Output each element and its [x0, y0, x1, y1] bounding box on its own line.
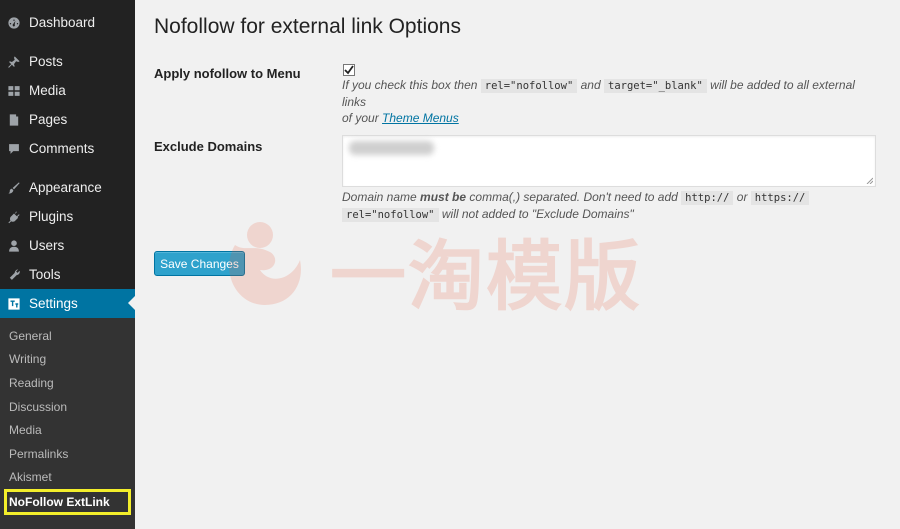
sidebar-item-label: Comments [29, 141, 95, 156]
sidebar-item-media[interactable]: Media [0, 76, 135, 105]
desc-text: comma(,) separated. Don't need to add [469, 190, 678, 204]
sidebar-item-dashboard[interactable]: Dashboard [0, 8, 135, 37]
sidebar-item-comments[interactable]: Comments [0, 134, 135, 163]
https-code: https:// [750, 191, 810, 205]
resize-grip-icon[interactable] [866, 177, 873, 184]
submenu-item-discussion[interactable]: Discussion [9, 398, 67, 416]
user-icon [7, 239, 21, 253]
desc-text: If you check this box then [342, 78, 478, 92]
sidebar-item-label: Users [29, 238, 65, 253]
submenu-item-general[interactable]: General [9, 327, 52, 345]
media-icon [7, 84, 21, 98]
sidebar-item-settings[interactable]: Settings [0, 289, 135, 318]
rel-nofollow-code: rel="nofollow" [480, 79, 578, 93]
menu-option-description: If you check this box then rel="nofollow… [342, 77, 882, 126]
checkmark-icon [344, 65, 354, 75]
submenu-item-akismet[interactable]: Akismet [9, 468, 52, 486]
theme-menus-link[interactable]: Theme Menus [382, 111, 459, 125]
sidebar-item-label: Media [29, 83, 66, 98]
pin-icon [7, 55, 21, 69]
sidebar-item-label: Plugins [29, 209, 74, 224]
comment-icon [7, 142, 21, 156]
pages-icon [7, 113, 21, 127]
submenu-item-reading[interactable]: Reading [9, 374, 54, 392]
settings-icon [7, 297, 21, 311]
exclude-domains-textarea[interactable] [342, 135, 876, 187]
desc-text: or [736, 190, 748, 204]
wrench-icon [7, 268, 21, 282]
exclude-domains-label: Exclude Domains [154, 139, 263, 154]
sidebar-item-pages[interactable]: Pages [0, 105, 135, 134]
submenu-item-media[interactable]: Media [9, 421, 42, 439]
brush-icon [7, 181, 21, 195]
sidebar-item-label: Appearance [29, 180, 102, 195]
menu-option-label: Apply nofollow to Menu [154, 66, 301, 81]
http-code: http:// [681, 191, 734, 205]
desc-bold-text: must be [420, 190, 467, 204]
sidebar-item-label: Tools [29, 267, 61, 282]
save-changes-button[interactable]: Save Changes [154, 251, 245, 276]
desc-text: of your [342, 111, 379, 125]
blurred-domain-value [349, 141, 434, 155]
desc-text: Domain name [342, 190, 417, 204]
sidebar-item-label: Pages [29, 112, 68, 127]
dashboard-icon [7, 16, 21, 30]
sidebar-item-tools[interactable]: Tools [0, 260, 135, 289]
page-title: Nofollow for external link Options [154, 15, 461, 38]
apply-menu-checkbox[interactable] [343, 64, 355, 76]
submenu-item-writing[interactable]: Writing [9, 350, 46, 368]
submenu-item-permalinks[interactable]: Permalinks [9, 445, 68, 463]
sidebar-item-appearance[interactable]: Appearance [0, 173, 135, 202]
sidebar-item-plugins[interactable]: Plugins [0, 202, 135, 231]
rel-nofollow-code: rel="nofollow" [342, 208, 439, 222]
desc-text: and [580, 78, 601, 92]
desc-text: will not added to "Exclude Domains" [441, 207, 634, 221]
main-content: Nofollow for external link Options Apply… [135, 0, 900, 529]
sidebar-item-label: Settings [29, 296, 78, 311]
sidebar-item-posts[interactable]: Posts [0, 47, 135, 76]
sidebar-item-label: Posts [29, 54, 63, 69]
plug-icon [7, 210, 21, 224]
exclude-domains-description: Domain name must be comma(,) separated. … [342, 189, 882, 223]
sidebar-item-users[interactable]: Users [0, 231, 135, 260]
submenu-item-nofollow-extlink[interactable]: NoFollow ExtLink [4, 489, 131, 515]
sidebar-item-label: Dashboard [29, 15, 96, 30]
target-blank-code: target="_blank" [604, 79, 707, 93]
